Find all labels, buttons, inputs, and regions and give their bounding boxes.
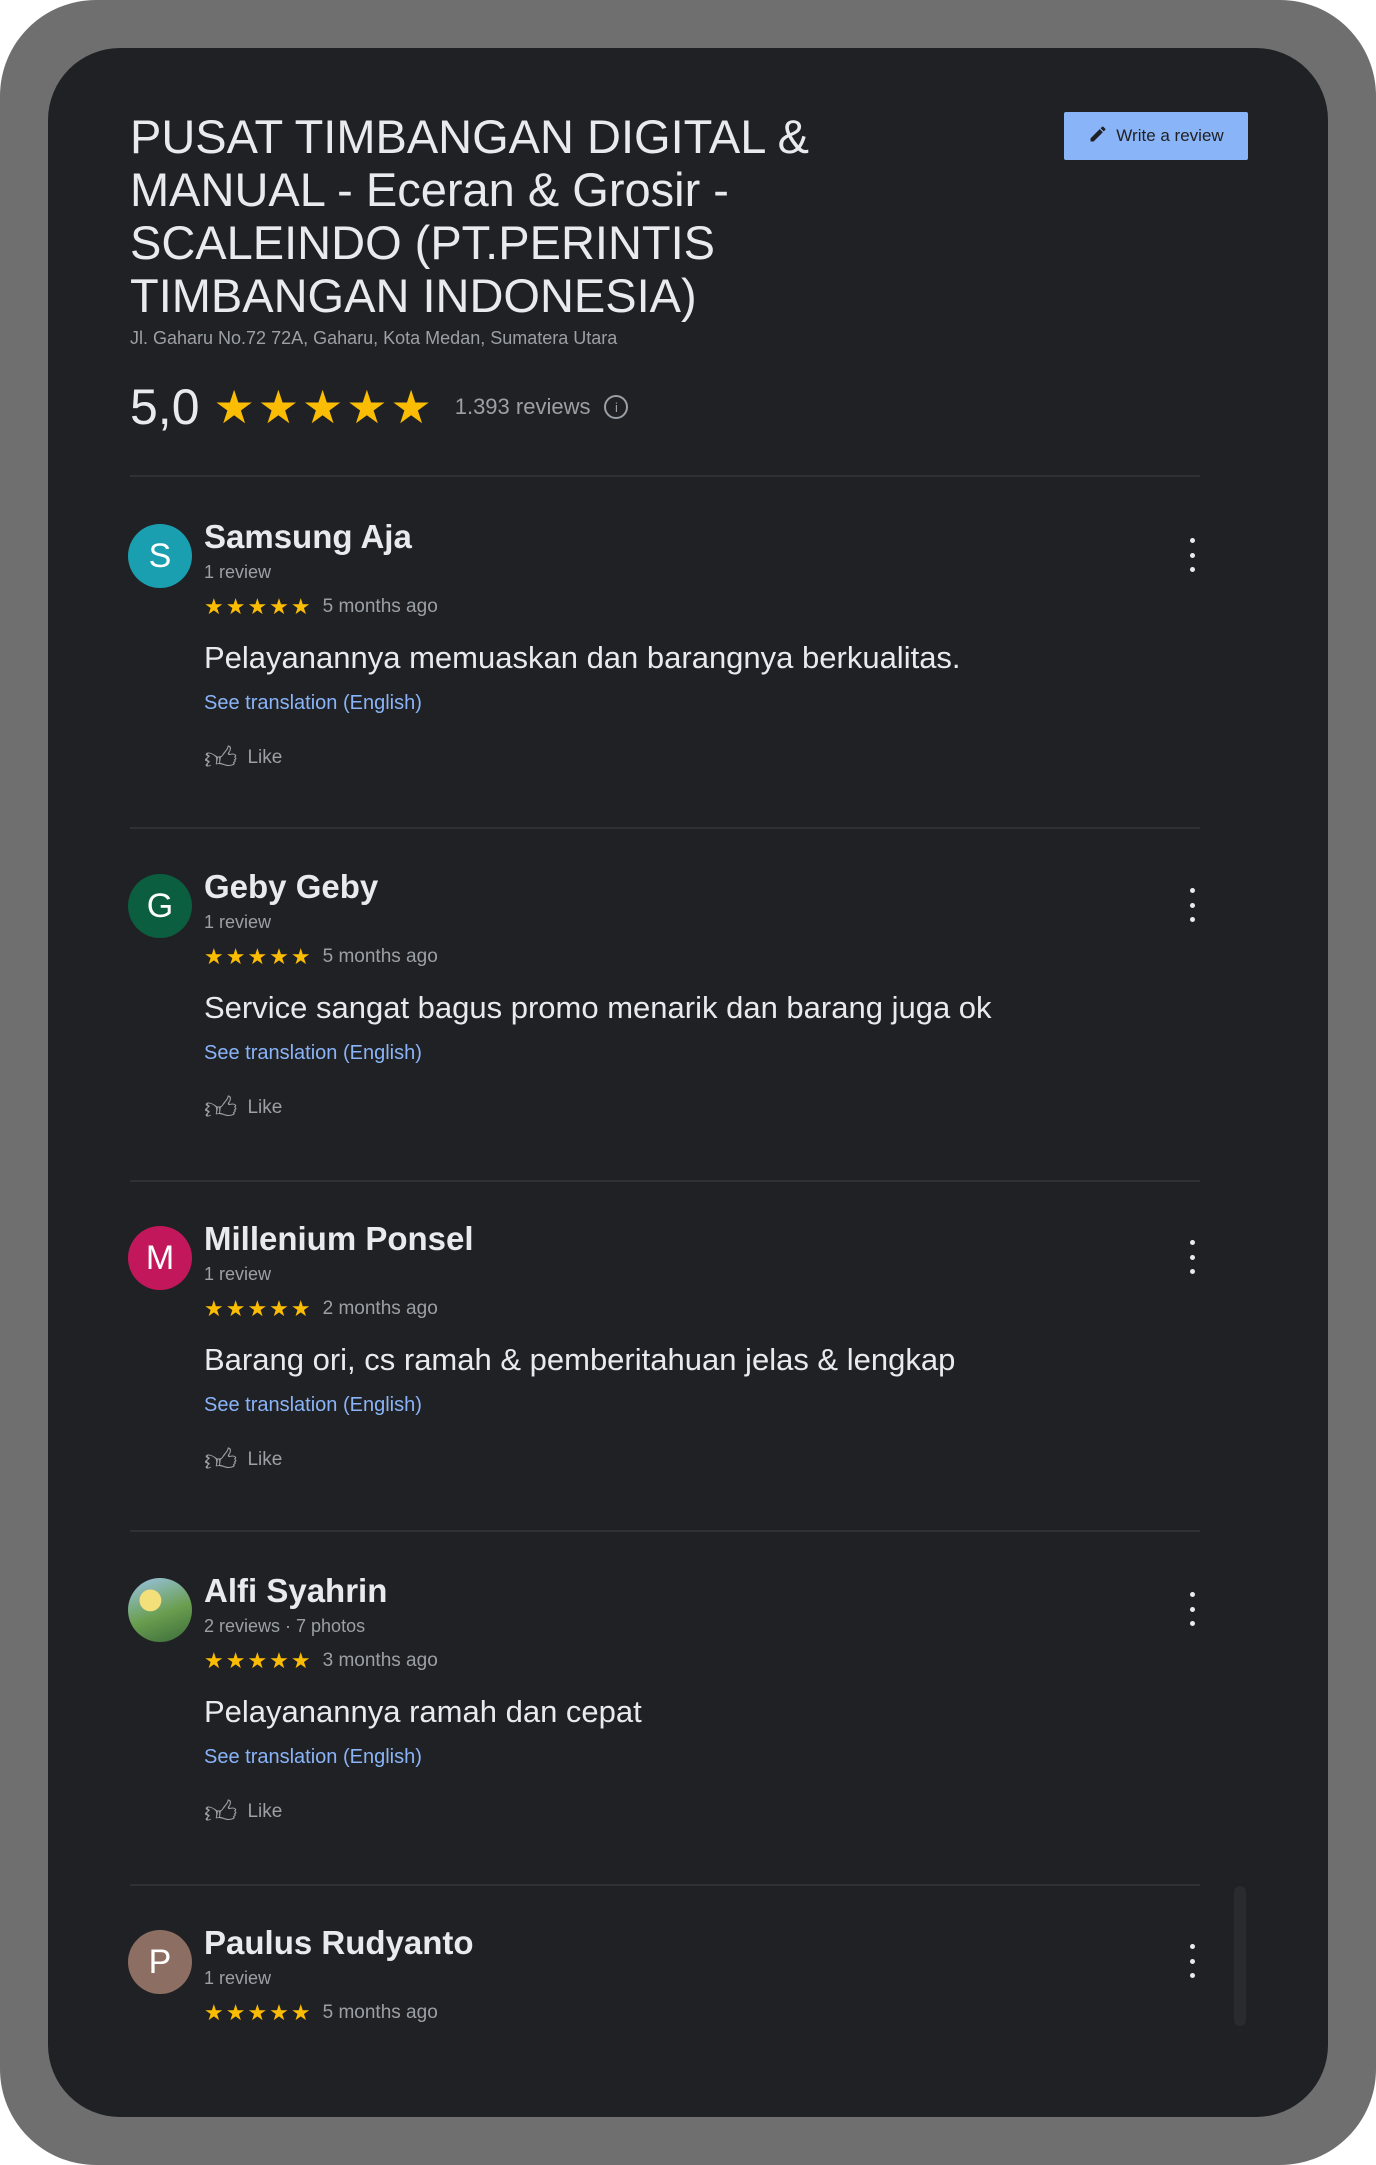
review-text: Pelayanannya memuaskan dan barangnya ber… bbox=[204, 640, 961, 675]
review-text: Barang ori, cs ramah & pemberitahuan jel… bbox=[204, 1342, 956, 1377]
review-author-meta: 1 review bbox=[204, 1264, 272, 1284]
thumbs-up-icon: 👍︎ bbox=[204, 740, 238, 776]
review-text: Pelayanannya ramah dan cepat bbox=[204, 1694, 642, 1729]
thumbs-up-icon: 👍︎ bbox=[204, 1090, 238, 1126]
avatar[interactable]: P bbox=[128, 1930, 192, 1994]
avatar[interactable] bbox=[128, 1578, 192, 1642]
review-rating: ★★★★★ 5 months ago bbox=[204, 944, 438, 970]
like-button[interactable]: 👍︎ Like bbox=[204, 742, 282, 774]
review-text: Service sangat bagus promo menarik dan b… bbox=[204, 990, 992, 1025]
thumbs-up-icon: 👍︎ bbox=[204, 1794, 238, 1830]
info-icon[interactable]: i bbox=[604, 395, 629, 419]
reviews-panel: PUSAT TIMBANGAN DIGITAL & MANUAL - Ecera… bbox=[48, 48, 1328, 2117]
divider bbox=[130, 1180, 1200, 1182]
see-translation-link[interactable]: See translation (English) bbox=[204, 1746, 422, 1769]
review-stars: ★★★★★ bbox=[204, 944, 313, 969]
review-author-meta: 2 reviews · 7 photos bbox=[204, 1616, 366, 1636]
divider bbox=[130, 827, 1200, 829]
review-stars: ★★★★★ bbox=[204, 2000, 313, 2025]
scrollbar[interactable] bbox=[1234, 1886, 1246, 2026]
thumbs-up-icon: 👍︎ bbox=[204, 1442, 238, 1478]
pencil-icon bbox=[1088, 124, 1108, 149]
divider bbox=[130, 1530, 1200, 1532]
like-label: Like bbox=[247, 1449, 283, 1470]
see-translation-link[interactable]: See translation (English) bbox=[204, 1042, 422, 1065]
rating-stars: ★★★★★ bbox=[213, 381, 435, 433]
review-item: G Geby Geby 1 review ★★★★★ 5 months ago … bbox=[128, 868, 1238, 1214]
review-stars: ★★★★★ bbox=[204, 594, 313, 619]
review-stars: ★★★★★ bbox=[204, 1648, 313, 1673]
place-title: PUSAT TIMBANGAN DIGITAL & MANUAL - Ecera… bbox=[130, 110, 810, 322]
see-translation-link[interactable]: See translation (English) bbox=[204, 692, 422, 715]
avatar[interactable]: M bbox=[128, 1226, 192, 1290]
review-item: P Paulus Rudyanto 1 review ★★★★★ 5 month… bbox=[128, 1924, 1238, 2117]
write-review-label: Write a review bbox=[1116, 126, 1224, 145]
more-options-icon[interactable] bbox=[1180, 538, 1204, 572]
like-label: Like bbox=[247, 1801, 283, 1822]
review-item: S Samsung Aja 1 review ★★★★★ 5 months ag… bbox=[128, 518, 1238, 864]
review-time: 3 months ago bbox=[322, 1650, 438, 1671]
review-time: 5 months ago bbox=[322, 596, 438, 617]
more-options-icon[interactable] bbox=[1180, 1944, 1204, 1978]
review-rating: ★★★★★ 5 months ago bbox=[204, 2000, 438, 2026]
avatar[interactable]: G bbox=[128, 874, 192, 938]
review-author[interactable]: Paulus Rudyanto bbox=[204, 1924, 474, 1962]
avatar[interactable]: S bbox=[128, 524, 192, 588]
see-translation-link[interactable]: See translation (English) bbox=[204, 1394, 422, 1417]
review-author[interactable]: Millenium Ponsel bbox=[204, 1220, 474, 1258]
write-review-button[interactable]: Write a review bbox=[1064, 112, 1248, 160]
review-rating: ★★★★★ 2 months ago bbox=[204, 1296, 438, 1322]
review-author[interactable]: Samsung Aja bbox=[204, 518, 412, 556]
review-author-meta: 1 review bbox=[204, 912, 272, 932]
like-button[interactable]: 👍︎ Like bbox=[204, 1444, 282, 1476]
review-author[interactable]: Alfi Syahrin bbox=[204, 1572, 387, 1610]
review-author[interactable]: Geby Geby bbox=[204, 868, 378, 906]
rating-summary: 5,0 ★★★★★ 1.393 reviews i bbox=[130, 378, 629, 436]
review-item: Alfi Syahrin 2 reviews · 7 photos ★★★★★ … bbox=[128, 1572, 1238, 1918]
like-label: Like bbox=[247, 747, 283, 768]
review-rating: ★★★★★ 3 months ago bbox=[204, 1648, 438, 1674]
review-stars: ★★★★★ bbox=[204, 1296, 313, 1321]
review-time: 5 months ago bbox=[322, 946, 438, 967]
review-time: 5 months ago bbox=[322, 2002, 438, 2023]
like-label: Like bbox=[247, 1097, 283, 1118]
more-options-icon[interactable] bbox=[1180, 1240, 1204, 1274]
device-frame: PUSAT TIMBANGAN DIGITAL & MANUAL - Ecera… bbox=[0, 0, 1376, 2165]
review-count[interactable]: 1.393 reviews bbox=[455, 394, 591, 420]
more-options-icon[interactable] bbox=[1180, 888, 1204, 922]
place-address: Jl. Gaharu No.72 72A, Gaharu, Kota Medan… bbox=[130, 328, 618, 348]
rating-value: 5,0 bbox=[130, 379, 200, 435]
review-item: M Millenium Ponsel 1 review ★★★★★ 2 mont… bbox=[128, 1220, 1238, 1566]
like-button[interactable]: 👍︎ Like bbox=[204, 1796, 282, 1828]
review-author-meta: 1 review bbox=[204, 1968, 272, 1988]
review-rating: ★★★★★ 5 months ago bbox=[204, 594, 438, 620]
like-button[interactable]: 👍︎ Like bbox=[204, 1092, 282, 1124]
divider bbox=[130, 1884, 1200, 1886]
more-options-icon[interactable] bbox=[1180, 1592, 1204, 1626]
review-time: 2 months ago bbox=[322, 1298, 438, 1319]
review-author-meta: 1 review bbox=[204, 562, 272, 582]
divider bbox=[130, 475, 1200, 477]
